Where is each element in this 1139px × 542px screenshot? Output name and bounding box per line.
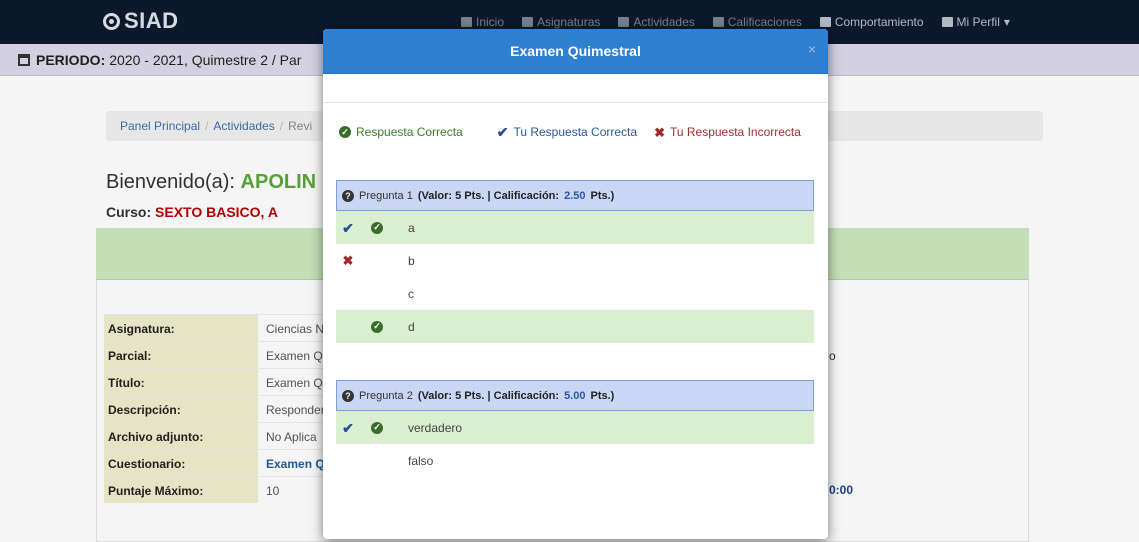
option-text: verdadero [408, 420, 463, 435]
answer-option: falso [336, 444, 814, 477]
legend-mine-correct: ✔ Tu Respuesta Correcta [497, 125, 637, 139]
question-score: 2.50 [564, 189, 586, 202]
question-header: ? Pregunta 1 (Valor: 5 Pts. | Calificaci… [336, 180, 814, 211]
answer-legend: ✓ Respuesta Correcta ✔ Tu Respuesta Corr… [339, 125, 801, 139]
check-circle-icon: ✓ [371, 421, 383, 434]
correct-answer-marker: ✓ [360, 421, 394, 434]
quiz-review-modal: Examen Quimestral × ✓ Respuesta Correcta… [323, 29, 828, 539]
question-circle-icon: ? [342, 189, 354, 202]
checkmark-icon: ✔ [342, 419, 354, 436]
question-circle-icon: ? [342, 389, 354, 402]
option-text: falso [408, 453, 434, 468]
legend-mine-incorrect: ✖ Tu Respuesta Incorrecta [654, 125, 801, 139]
correct-answer-marker: ✓ [360, 320, 394, 333]
my-answer-marker: ✖ [336, 254, 360, 267]
question-header: ? Pregunta 2 (Valor: 5 Pts. | Calificaci… [336, 380, 814, 411]
close-icon[interactable]: × [808, 41, 816, 57]
question-details: (Valor: 5 Pts. | Calificación: [417, 189, 560, 202]
checkmark-icon: ✔ [496, 124, 509, 140]
question-label: Pregunta 2 [359, 389, 413, 402]
my-answer-marker: ✔ [336, 221, 360, 235]
question-unit: Pts.) [590, 389, 615, 402]
answer-option: ✔ ✓ a [336, 211, 814, 244]
answer-option: ✖ b [336, 244, 814, 277]
answer-option: ✓ d [336, 310, 814, 343]
check-circle-icon: ✓ [371, 221, 383, 234]
check-circle-icon: ✓ [371, 320, 383, 333]
legend-label: Tu Respuesta Incorrecta [669, 125, 801, 139]
option-text: d [408, 319, 415, 334]
option-text: c [408, 286, 414, 301]
my-answer-marker: ✔ [336, 421, 360, 435]
question-details: (Valor: 5 Pts. | Calificación: [417, 389, 560, 402]
question-unit: Pts.) [590, 189, 615, 202]
question-score: 5.00 [564, 389, 586, 402]
question-label: Pregunta 1 [359, 189, 413, 202]
question-block: ? Pregunta 2 (Valor: 5 Pts. | Calificaci… [336, 380, 814, 477]
x-mark-icon: ✖ [342, 253, 354, 268]
correct-answer-marker: ✓ [360, 221, 394, 234]
modal-title: Examen Quimestral [510, 43, 641, 59]
answer-option: c [336, 277, 814, 310]
x-mark-icon: ✖ [654, 124, 665, 140]
legend-correct: ✓ Respuesta Correcta [339, 125, 463, 139]
checkmark-icon: ✔ [342, 219, 354, 236]
question-block: ? Pregunta 1 (Valor: 5 Pts. | Calificaci… [336, 180, 814, 343]
modal-header: Examen Quimestral × [323, 29, 828, 74]
option-text: a [408, 220, 415, 235]
divider [323, 102, 828, 103]
legend-label: Respuesta Correcta [356, 125, 463, 139]
answer-option: ✔ ✓ verdadero [336, 411, 814, 444]
check-circle-icon: ✓ [339, 126, 351, 138]
legend-label: Tu Respuesta Correcta [513, 125, 638, 139]
option-text: b [408, 253, 415, 268]
